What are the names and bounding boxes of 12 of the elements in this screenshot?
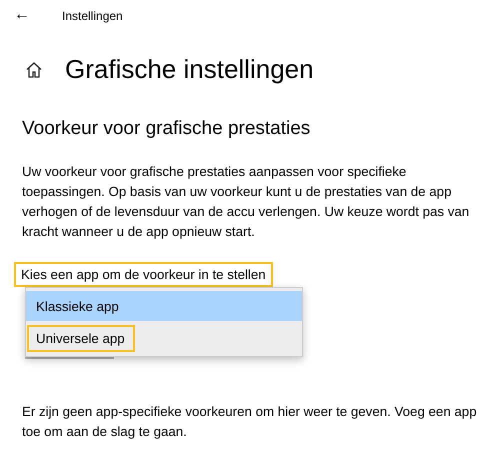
dropdown-option[interactable]: Universele app [26, 323, 302, 353]
dropdown-option[interactable]: Klassieke app [26, 291, 302, 321]
option-label: Klassieke app [35, 298, 120, 316]
section-title: Voorkeur voor grafische prestaties [22, 118, 312, 140]
option-label: Universele app [27, 324, 135, 352]
app-title: Instellingen [62, 9, 123, 23]
home-icon[interactable] [25, 60, 43, 78]
page-title: Grafische instellingen [65, 54, 314, 85]
description: Uw voorkeur voor grafische prestaties aanpassen voor specifieke toepassingen. Op basis van uw voorkeur kunt u de prestaties van de app verhogen of de levensduur van de accu verlengen. Uw keuze wordt pas van kracht wanneer u de app opnieuw start. [22, 163, 470, 241]
back-button[interactable]: ← [14, 6, 54, 24]
empty-message: Er zijn geen app-specifieke voorkeuren om hier weer te geven. Voeg een app toe om aan de slag te gaan. [22, 403, 477, 441]
picker-label: Kies een app om de voorkeur in te stellen [14, 262, 273, 287]
